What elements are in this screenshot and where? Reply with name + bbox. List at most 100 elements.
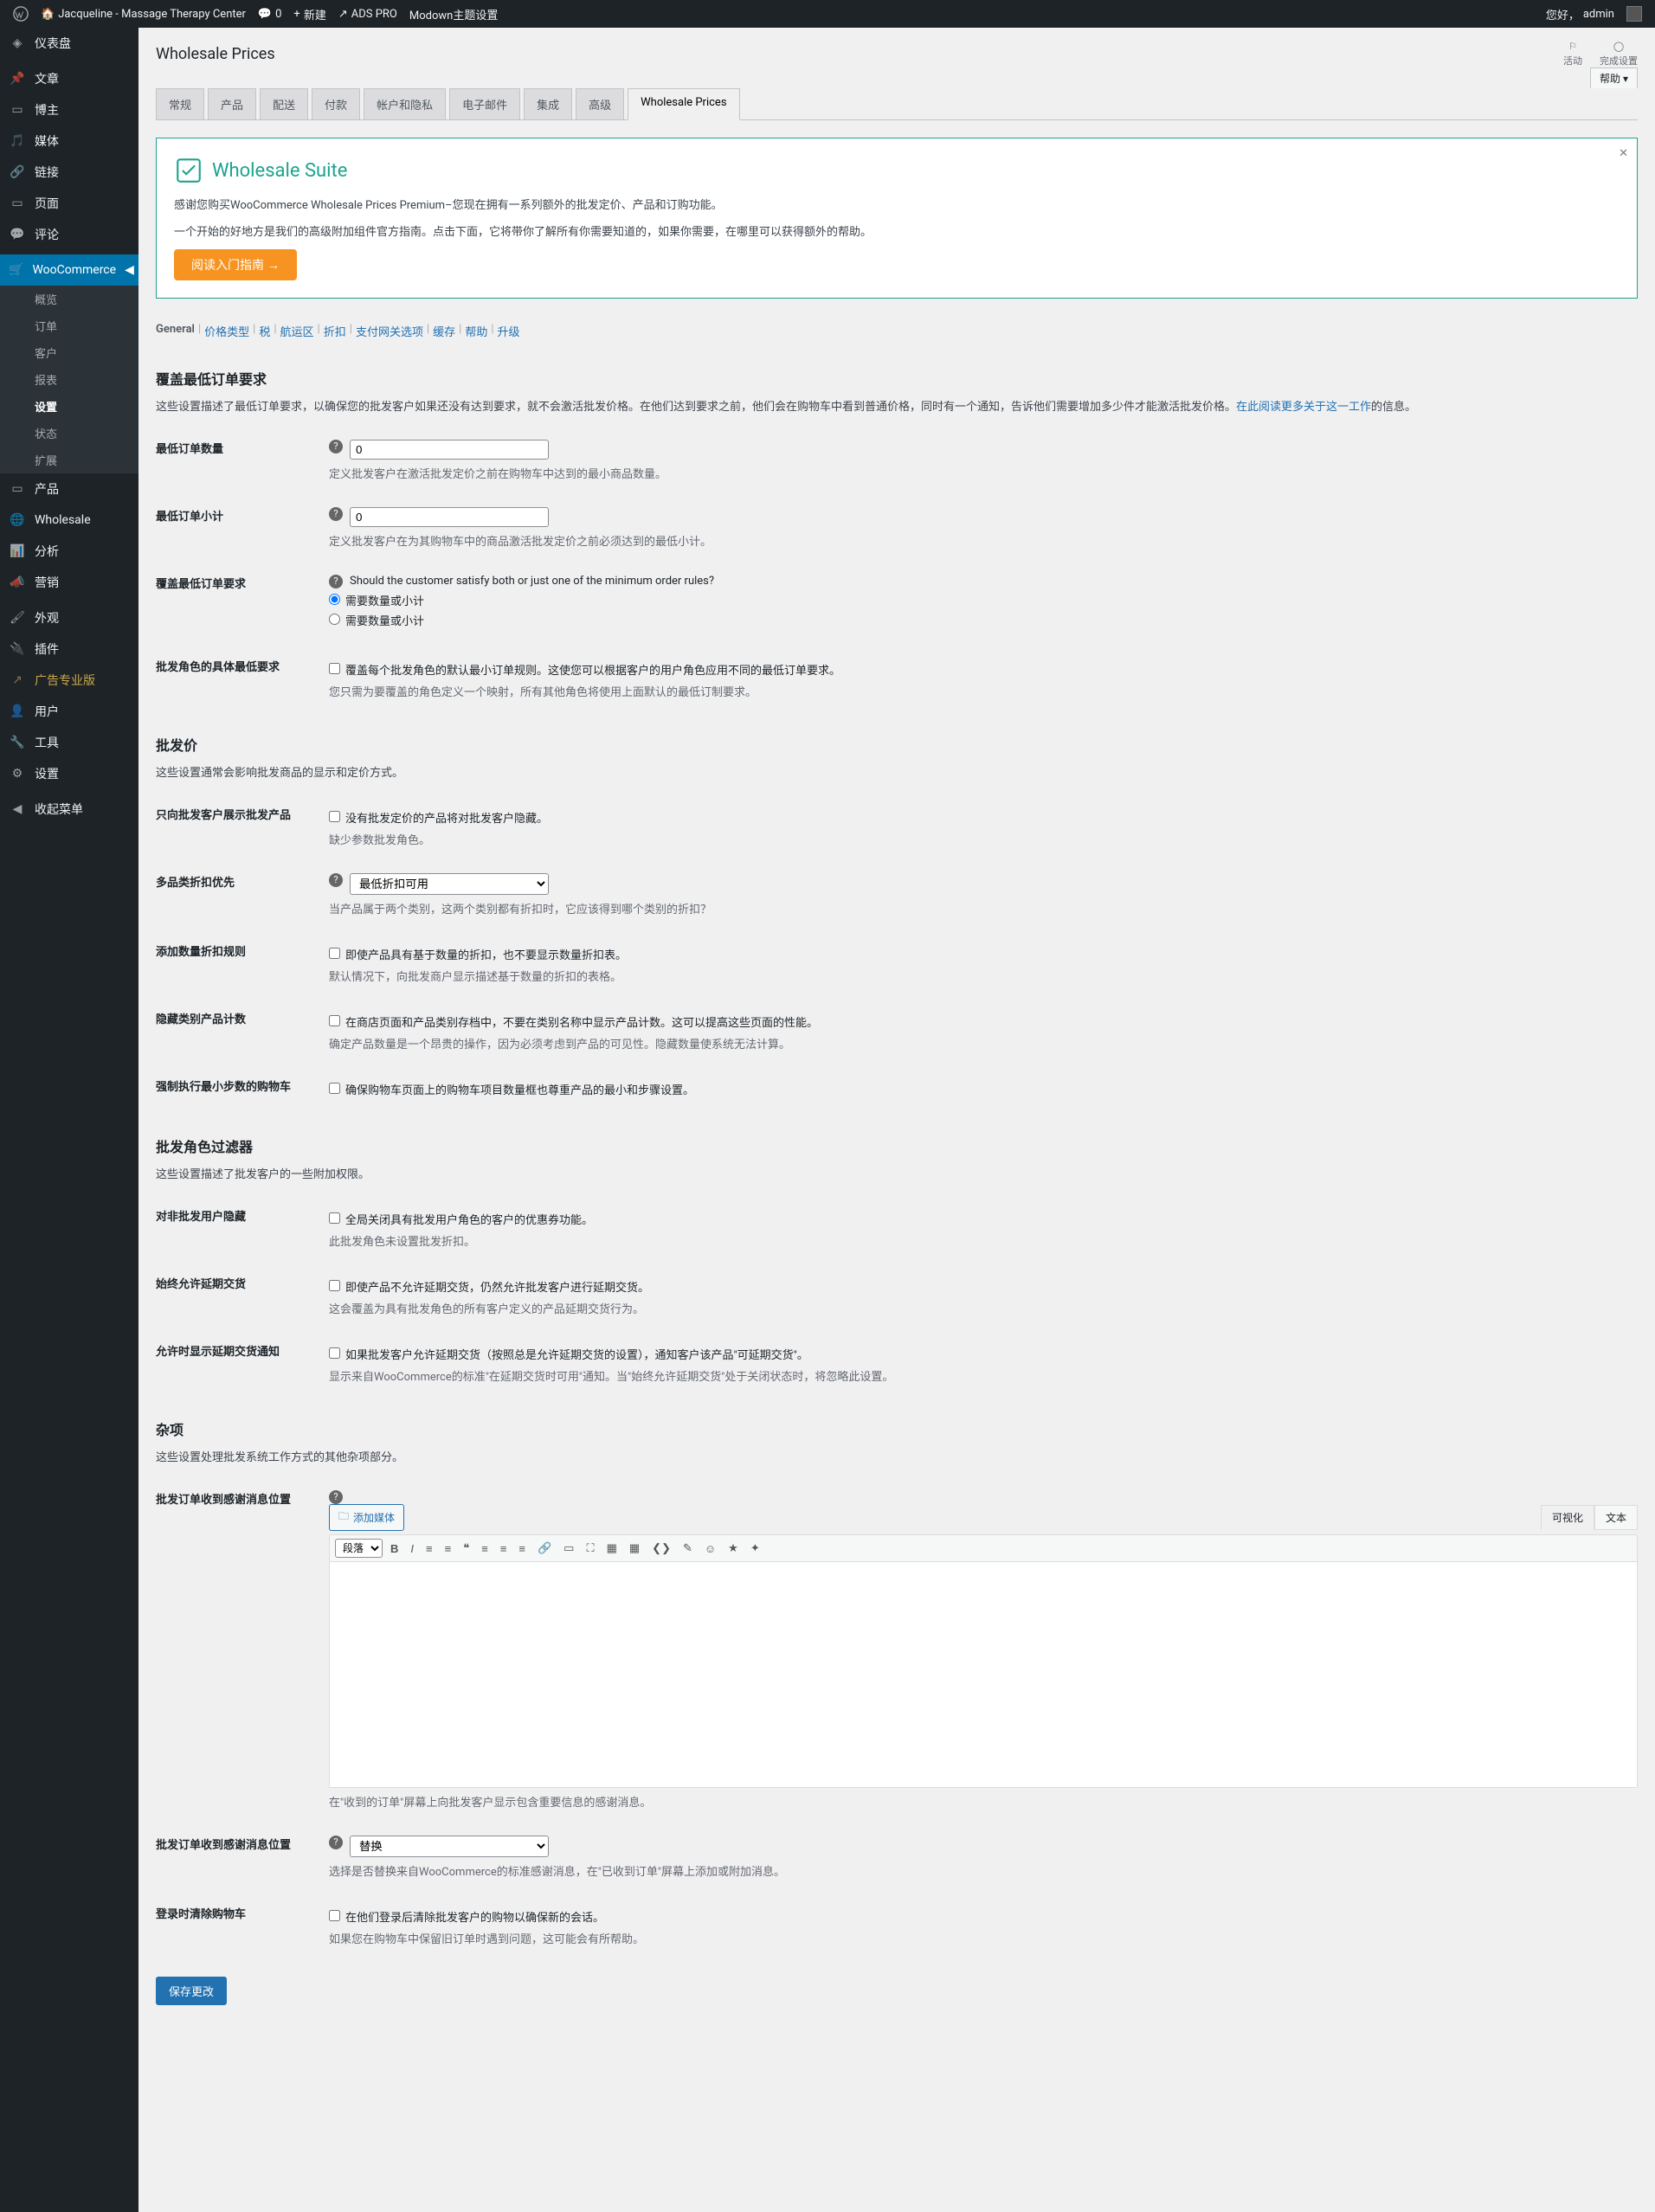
menu-plugins[interactable]: 🔌插件	[0, 633, 138, 665]
toolbar-toggle-button[interactable]: ▦	[602, 1539, 621, 1558]
tooltip-icon[interactable]: ?	[329, 575, 343, 588]
tooltip-icon[interactable]: ?	[329, 507, 343, 521]
visual-tab[interactable]: 可视化	[1541, 1505, 1594, 1530]
min-req-opt2[interactable]: 需要数量或小计	[329, 612, 1638, 628]
menu-products[interactable]: ▭产品	[0, 473, 138, 505]
clear-cart-check[interactable]: 在他们登录后清除批发客户的购物以确保新的会话。	[329, 1908, 1638, 1925]
submenu-home[interactable]: 概览	[26, 286, 138, 312]
wand-button[interactable]: ✦	[746, 1539, 764, 1558]
read-more-link[interactable]: 在此阅读更多关于这一工作	[1236, 401, 1371, 414]
hide-count-check[interactable]: 在商店页面和产品类别存档中，不要在类别名称中显示产品计数。这可以提高这些页面的性…	[329, 1013, 1638, 1030]
emoji-button[interactable]: ☺	[700, 1540, 720, 1558]
tab-general[interactable]: 常规	[156, 88, 204, 119]
menu-tools[interactable]: 🔧工具	[0, 727, 138, 758]
quote-button[interactable]: ❝	[459, 1539, 473, 1558]
ads-link[interactable]: ↗ ADS PRO	[338, 8, 397, 21]
min-subtotal-input[interactable]	[350, 507, 549, 527]
new-link[interactable]: + 新建	[293, 6, 325, 23]
tab-accounts[interactable]: 帐户和隐私	[364, 88, 446, 119]
comments-link[interactable]: 💬 0	[258, 8, 282, 21]
modown-link[interactable]: Modown主题设置	[409, 6, 498, 23]
menu-comments[interactable]: 💬评论	[0, 219, 138, 250]
tab-wholesale[interactable]: Wholesale Prices	[628, 88, 739, 120]
menu-collapse[interactable]: ◀收起菜单	[0, 794, 138, 825]
align-center-button[interactable]: ≡	[496, 1540, 512, 1558]
only-show-check[interactable]: 没有批发定价的产品将对批发客户隐藏。	[329, 809, 1638, 826]
format-select[interactable]: 段落	[335, 1539, 383, 1558]
submenu-status[interactable]: 状态	[26, 420, 138, 447]
hide-coupon-check[interactable]: 全局关闭具有批发用户角色的客户的优惠券功能。	[329, 1211, 1638, 1227]
read-guide-button[interactable]: 阅读入门指南 →	[174, 249, 297, 280]
tooltip-icon[interactable]: ?	[329, 440, 343, 453]
tab-shipping[interactable]: 配送	[260, 88, 308, 119]
menu-ads-pro[interactable]: ↗广告专业版	[0, 665, 138, 696]
tab-products[interactable]: 产品	[208, 88, 256, 119]
tab-advanced[interactable]: 高级	[576, 88, 624, 119]
multi-cat-select[interactable]: 最低折扣可用	[350, 873, 549, 895]
editor-textarea[interactable]	[330, 1562, 1637, 1787]
tooltip-icon[interactable]: ?	[329, 1836, 343, 1849]
avatar[interactable]	[1626, 6, 1642, 22]
subtab-upgrade[interactable]: 升级	[498, 323, 520, 339]
msg-pos2-select[interactable]: 替换	[350, 1836, 549, 1857]
subtab-general[interactable]: General	[156, 323, 195, 339]
paint-button[interactable]: ✎	[679, 1539, 697, 1558]
code-button[interactable]: ❮❯	[647, 1539, 675, 1558]
tooltip-icon[interactable]: ?	[329, 873, 343, 887]
subtab-tax[interactable]: 税	[259, 323, 270, 339]
menu-appearance[interactable]: 🖌外观	[0, 602, 138, 633]
subtab-gateway[interactable]: 支付网关选项	[356, 323, 423, 339]
menu-woocommerce[interactable]: 🛒WooCommerce◀	[0, 254, 138, 286]
submenu-extensions[interactable]: 扩展	[26, 447, 138, 473]
table-button[interactable]: ▦	[625, 1539, 644, 1558]
menu-dashboard[interactable]: ◈仪表盘	[0, 28, 138, 59]
tab-emails[interactable]: 电子邮件	[449, 88, 520, 119]
help-toggle[interactable]: 帮助 ▾	[1590, 68, 1638, 88]
wp-logo-icon[interactable]	[13, 6, 29, 22]
subtab-pricetype[interactable]: 价格类型	[204, 323, 249, 339]
menu-settings[interactable]: ⚙设置	[0, 758, 138, 789]
subtab-shipping[interactable]: 航运区	[280, 323, 314, 339]
menu-users[interactable]: 👤用户	[0, 696, 138, 727]
close-icon[interactable]: ✕	[1619, 147, 1628, 160]
menu-marketing[interactable]: 📣营销	[0, 567, 138, 598]
tag-button[interactable]: ★	[724, 1539, 743, 1558]
tooltip-icon[interactable]: ?	[329, 1490, 343, 1504]
add-qty-check[interactable]: 即使产品具有基于数量的折扣，也不要显示数量折扣表。	[329, 946, 1638, 962]
ol-button[interactable]: ≡	[441, 1540, 456, 1558]
menu-posts[interactable]: 📌文章	[0, 63, 138, 94]
submenu-orders[interactable]: 订单	[26, 312, 138, 339]
menu-wholesale[interactable]: 🌐Wholesale	[0, 505, 138, 536]
subtab-help[interactable]: 帮助	[465, 323, 487, 339]
always-backorder-check[interactable]: 即使产品不允许延期交货，仍然允许批发客户进行延期交货。	[329, 1278, 1638, 1295]
italic-button[interactable]: I	[406, 1540, 418, 1558]
site-link[interactable]: 🏠 Jacqueline - Massage Therapy Center	[41, 8, 246, 21]
menu-pages[interactable]: ▭页面	[0, 188, 138, 219]
subtab-discount[interactable]: 折扣	[324, 323, 346, 339]
align-left-button[interactable]: ≡	[477, 1540, 493, 1558]
min-req-opt1[interactable]: 需要数量或小计	[329, 592, 1638, 608]
menu-blogger[interactable]: ▭博主	[0, 94, 138, 125]
subtab-cache[interactable]: 缓存	[433, 323, 455, 339]
ul-button[interactable]: ≡	[422, 1540, 437, 1558]
align-right-button[interactable]: ≡	[514, 1540, 530, 1558]
link-button[interactable]: 🔗	[533, 1539, 556, 1558]
menu-links[interactable]: 🔗链接	[0, 157, 138, 188]
greeting[interactable]: 您好，admin	[1546, 6, 1614, 23]
fullscreen-button[interactable]: ⛶	[582, 1539, 598, 1558]
tab-integration[interactable]: 集成	[524, 88, 572, 119]
add-media-button[interactable]: 🗀 添加媒体	[329, 1504, 404, 1531]
bold-button[interactable]: B	[386, 1540, 402, 1558]
submenu-reports[interactable]: 报表	[26, 366, 138, 393]
menu-media[interactable]: 🎵媒体	[0, 125, 138, 157]
role-override-check[interactable]: 覆盖每个批发角色的默认最小订单规则。这使您可以根据客户的用户角色应用不同的最低订…	[329, 661, 1638, 678]
tab-payments[interactable]: 付款	[312, 88, 360, 119]
show-backorder-check[interactable]: 如果批发客户允许延期交货（按照总是允许延期交货的设置），通知客户该产品"可延期交…	[329, 1346, 1638, 1362]
finish-setup-button[interactable]: ◯完成设置	[1600, 41, 1638, 68]
submenu-customers[interactable]: 客户	[26, 339, 138, 366]
save-button[interactable]: 保存更改	[156, 1977, 227, 2005]
more-button[interactable]: ▭	[559, 1539, 578, 1558]
submenu-settings[interactable]: 设置	[26, 393, 138, 420]
activity-button[interactable]: ⚐活动	[1563, 41, 1582, 68]
force-step-check[interactable]: 确保购物车页面上的购物车项目数量框也尊重产品的最小和步骤设置。	[329, 1081, 1638, 1097]
